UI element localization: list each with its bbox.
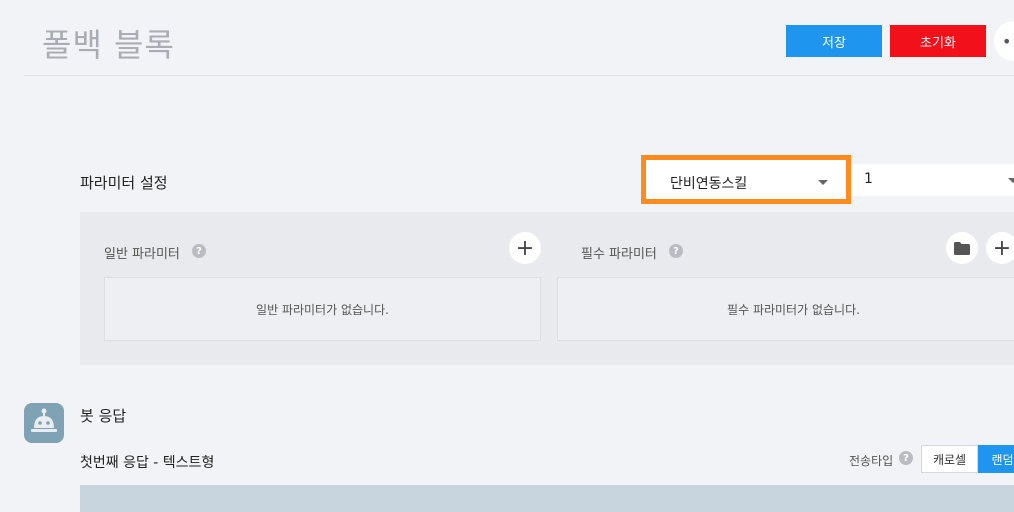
- bot-response-title: 봇 응답: [80, 407, 127, 425]
- page-title: 폴백 블록: [42, 26, 175, 64]
- help-icon[interactable]: ?: [192, 244, 206, 258]
- bot-avatar: [24, 403, 64, 443]
- response-title: 첫번째 응답 - 텍스트형: [80, 455, 215, 471]
- required-param-label: 필수 파라미터: [581, 247, 657, 262]
- reset-button[interactable]: 초기화: [890, 25, 986, 57]
- plus-icon: +: [992, 235, 1012, 261]
- required-param-empty: 필수 파라미터가 없습니다.: [557, 277, 1014, 341]
- more-icon: ••: [1002, 31, 1014, 51]
- general-param-label: 일반 파라미터: [104, 247, 180, 262]
- send-type-random[interactable]: 랜덤형: [978, 445, 1014, 473]
- send-type-carousel[interactable]: 캐로셀: [921, 445, 978, 473]
- add-general-param-button[interactable]: +: [509, 232, 541, 264]
- skill-select-value: 단비연동스킬: [670, 176, 748, 192]
- more-button[interactable]: ••: [994, 21, 1014, 61]
- general-param-empty: 일반 파라미터가 없습니다.: [104, 277, 541, 341]
- help-icon[interactable]: ?: [899, 451, 913, 465]
- response-content-area[interactable]: [80, 485, 1014, 512]
- param-section-label: 파라미터 설정: [80, 174, 168, 192]
- number-select[interactable]: 1: [851, 164, 1014, 196]
- plus-icon: +: [515, 235, 535, 261]
- add-required-param-button[interactable]: +: [986, 232, 1014, 264]
- help-icon[interactable]: ?: [669, 244, 683, 258]
- app-root: 폴백 블록 저장 초기화 •• 파라미터 설정 단비연동스킬 1 일반 파라미터…: [0, 0, 1014, 512]
- required-param-empty-text: 필수 파라미터가 없습니다.: [727, 302, 860, 317]
- chevron-down-icon: [818, 180, 828, 185]
- folder-icon: [954, 241, 970, 255]
- number-select-value: 1: [864, 171, 873, 187]
- general-param-empty-text: 일반 파라미터가 없습니다.: [256, 302, 389, 317]
- header-divider: [24, 75, 1014, 76]
- skill-select[interactable]: 단비연동스킬: [641, 155, 851, 204]
- bot-icon: [31, 408, 57, 432]
- send-type-label: 전송타입: [849, 454, 894, 468]
- folder-button[interactable]: [946, 232, 978, 264]
- chevron-down-icon: [1008, 178, 1014, 183]
- save-button[interactable]: 저장: [786, 25, 882, 57]
